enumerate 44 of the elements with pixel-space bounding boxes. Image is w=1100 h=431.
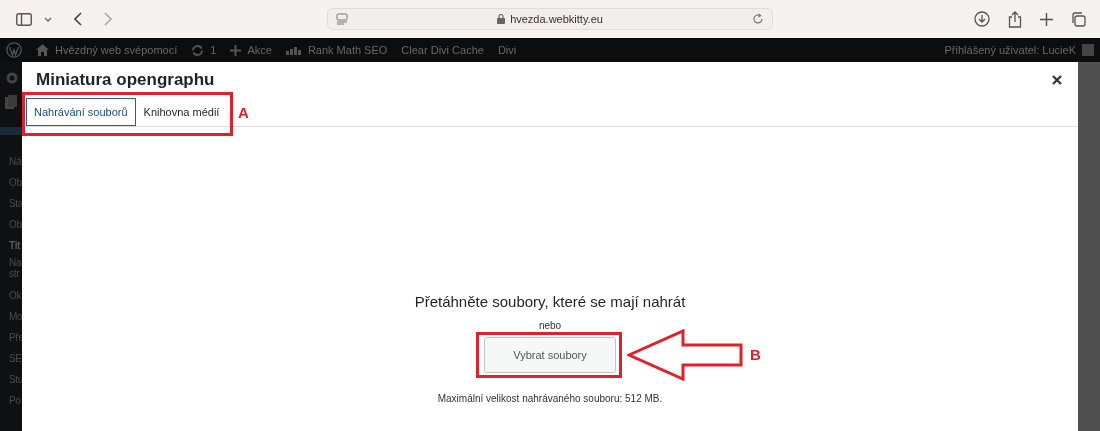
wordpress-logo-icon[interactable] [6,42,22,58]
menu-item[interactable]: SE [0,348,22,369]
max-size-text: Maximální velikost nahrávaného souboru: 512 MB. [437,393,663,404]
clear-cache-link[interactable]: Clear Divi Cache [401,44,484,56]
tab[interactable]: Knihovna médií [135,98,228,126]
annotation-letter: A [238,104,249,121]
arrow-icon [627,329,743,381]
back-icon[interactable] [74,12,82,26]
close-button[interactable] [1050,73,1064,87]
plus-icon[interactable] [1040,12,1053,26]
chevron-down-icon[interactable] [44,16,52,22]
drop-instructions: Přetáhněte soubory, které se mají nahrát [414,293,686,310]
menu-item[interactable]: Tit [0,235,22,256]
download-icon[interactable] [974,11,990,27]
refresh-icon [191,43,205,57]
chart-icon [285,45,302,55]
menu-item[interactable]: Na [0,256,22,269]
user-link[interactable]: Přihlášený uživatel: LucieK [944,44,1076,56]
plus-icon [230,44,242,56]
menu-item[interactable]: str [0,269,22,285]
pages-icon [5,95,17,109]
menu-item[interactable]: Ná [0,151,22,172]
sidebar-icon[interactable] [16,12,32,26]
site-link[interactable]: Hvězdný web svépomocí [36,44,178,56]
annotation-letter: B [750,346,761,363]
share-icon[interactable] [1008,10,1022,28]
menu-item[interactable]: Mo [0,306,22,327]
gear-icon [5,71,19,85]
modal-title: Miniatura opengraphu [36,70,215,90]
url-text: hvezda.webkitty.eu [510,13,603,25]
updates-link[interactable]: 1 [191,43,217,57]
home-icon [36,44,49,56]
address-bar[interactable]: hvezda.webkitty.eu [327,8,773,30]
menu-item[interactable]: Po [0,390,22,411]
or-text: nebo [538,320,562,331]
tab[interactable]: Nahrávání souborů [26,98,136,126]
page-icon [336,13,348,25]
divi-link[interactable]: Divi [497,44,517,56]
reload-icon[interactable] [752,13,764,25]
lock-icon [497,14,506,24]
new-link[interactable]: Akce [230,44,272,56]
tabs-icon[interactable] [1071,11,1086,27]
select-files-button[interactable]: Vybrat soubory [484,337,616,373]
seo-link[interactable]: Rank Math SEO [285,44,388,56]
